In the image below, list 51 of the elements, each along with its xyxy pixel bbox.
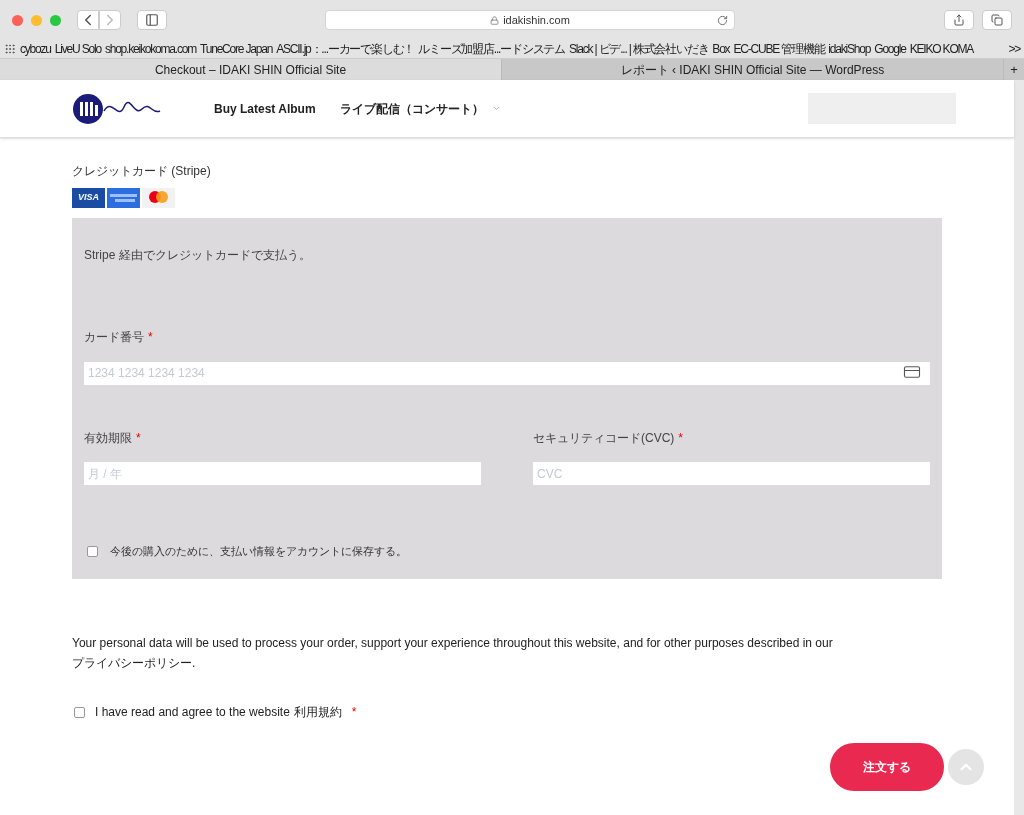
field-label: セキュリティコード(CVC) bbox=[533, 429, 675, 447]
more-bookmarks-button[interactable]: >> bbox=[1008, 40, 1020, 58]
required-mark: * bbox=[136, 429, 141, 447]
bookmark-link[interactable]: Box bbox=[712, 40, 730, 58]
tabs-overview-icon[interactable] bbox=[982, 10, 1012, 30]
mastercard-logo bbox=[142, 188, 175, 208]
terms-link[interactable]: 利用規約 bbox=[293, 703, 342, 721]
save-info-label: 今後の購入のために、支払い情報をアカウントに保存する。 bbox=[110, 544, 407, 559]
field-label: 有効期限 bbox=[84, 429, 132, 447]
visa-card-logo: VISA bbox=[72, 188, 105, 208]
reload-icon[interactable] bbox=[717, 14, 728, 26]
bookmark-link[interactable]: TuneCore Japan bbox=[200, 40, 273, 58]
payment-method-label: クレジットカード (Stripe) bbox=[72, 163, 212, 180]
payment-description: Stripe 経由でクレジットカードで支払う。 bbox=[84, 247, 312, 264]
privacy-policy-link[interactable]: プライバシーポリシー bbox=[72, 656, 192, 670]
bookmark-link[interactable]: Google bbox=[874, 40, 906, 58]
bookmark-link[interactable]: EC-CUBE 管理機能 bbox=[733, 40, 825, 58]
bookmark-link[interactable]: KEIKO KOMA bbox=[909, 40, 974, 58]
nav-link[interactable]: Buy Latest Album bbox=[214, 99, 316, 118]
bookmark-link[interactable]: cybozu bbox=[20, 40, 51, 58]
back-icon[interactable] bbox=[77, 10, 99, 30]
checkbox[interactable] bbox=[74, 706, 85, 718]
browser-tab[interactable]: レポート ‹ IDAKI SHIN Official Site — WordPress bbox=[502, 59, 1004, 80]
bookmark-link[interactable]: shop.keikokoma.com bbox=[104, 40, 196, 58]
bookmark-link[interactable]: ASCII.jp：...ーカーで楽しむ！ bbox=[276, 40, 415, 58]
amex-card-logo bbox=[107, 188, 140, 208]
logo-icon bbox=[72, 92, 162, 125]
bookmark-link[interactable]: idakiShop bbox=[828, 40, 871, 58]
address-bar[interactable]: idakishin.com bbox=[325, 10, 735, 30]
chevron-down-icon bbox=[491, 104, 501, 113]
required-mark: * bbox=[351, 704, 357, 721]
bookmark-link[interactable]: ルミーズ加盟店...ードシステム bbox=[418, 40, 565, 58]
scroll-to-top-button[interactable] bbox=[948, 749, 984, 785]
privacy-notice: Your personal data will be used to process your order, support your experience throughout this website, and for other purposes described in our プライバシーポリシー. bbox=[72, 635, 834, 672]
browser-tab[interactable]: Checkout – IDAKI SHIN Official Site bbox=[0, 59, 502, 80]
required-mark: * bbox=[148, 329, 153, 346]
required-mark: * bbox=[678, 429, 683, 447]
checkbox[interactable] bbox=[87, 545, 98, 557]
sidebar-icon[interactable] bbox=[137, 10, 167, 30]
cvc-field[interactable]: CVC bbox=[533, 462, 930, 485]
field-label: カード番号 bbox=[84, 329, 144, 346]
new-tab-button[interactable]: + bbox=[1004, 59, 1024, 80]
nav-link[interactable]: ライブ配信（コンサート） bbox=[339, 99, 501, 118]
share-icon[interactable] bbox=[944, 10, 974, 30]
card-number-field[interactable]: 1234 1234 1234 1234 bbox=[84, 361, 930, 385]
lock-icon bbox=[490, 15, 500, 25]
bookmark-link[interactable]: LiveU Solo bbox=[54, 40, 101, 58]
place-order-button[interactable]: 注文する bbox=[830, 743, 944, 791]
apps-grid-icon[interactable] bbox=[4, 43, 16, 55]
bookmark-link[interactable]: Slack | ビデ... | 株式会社いだき bbox=[569, 40, 709, 58]
terms-label: I have read and agree to the website bbox=[95, 704, 290, 721]
